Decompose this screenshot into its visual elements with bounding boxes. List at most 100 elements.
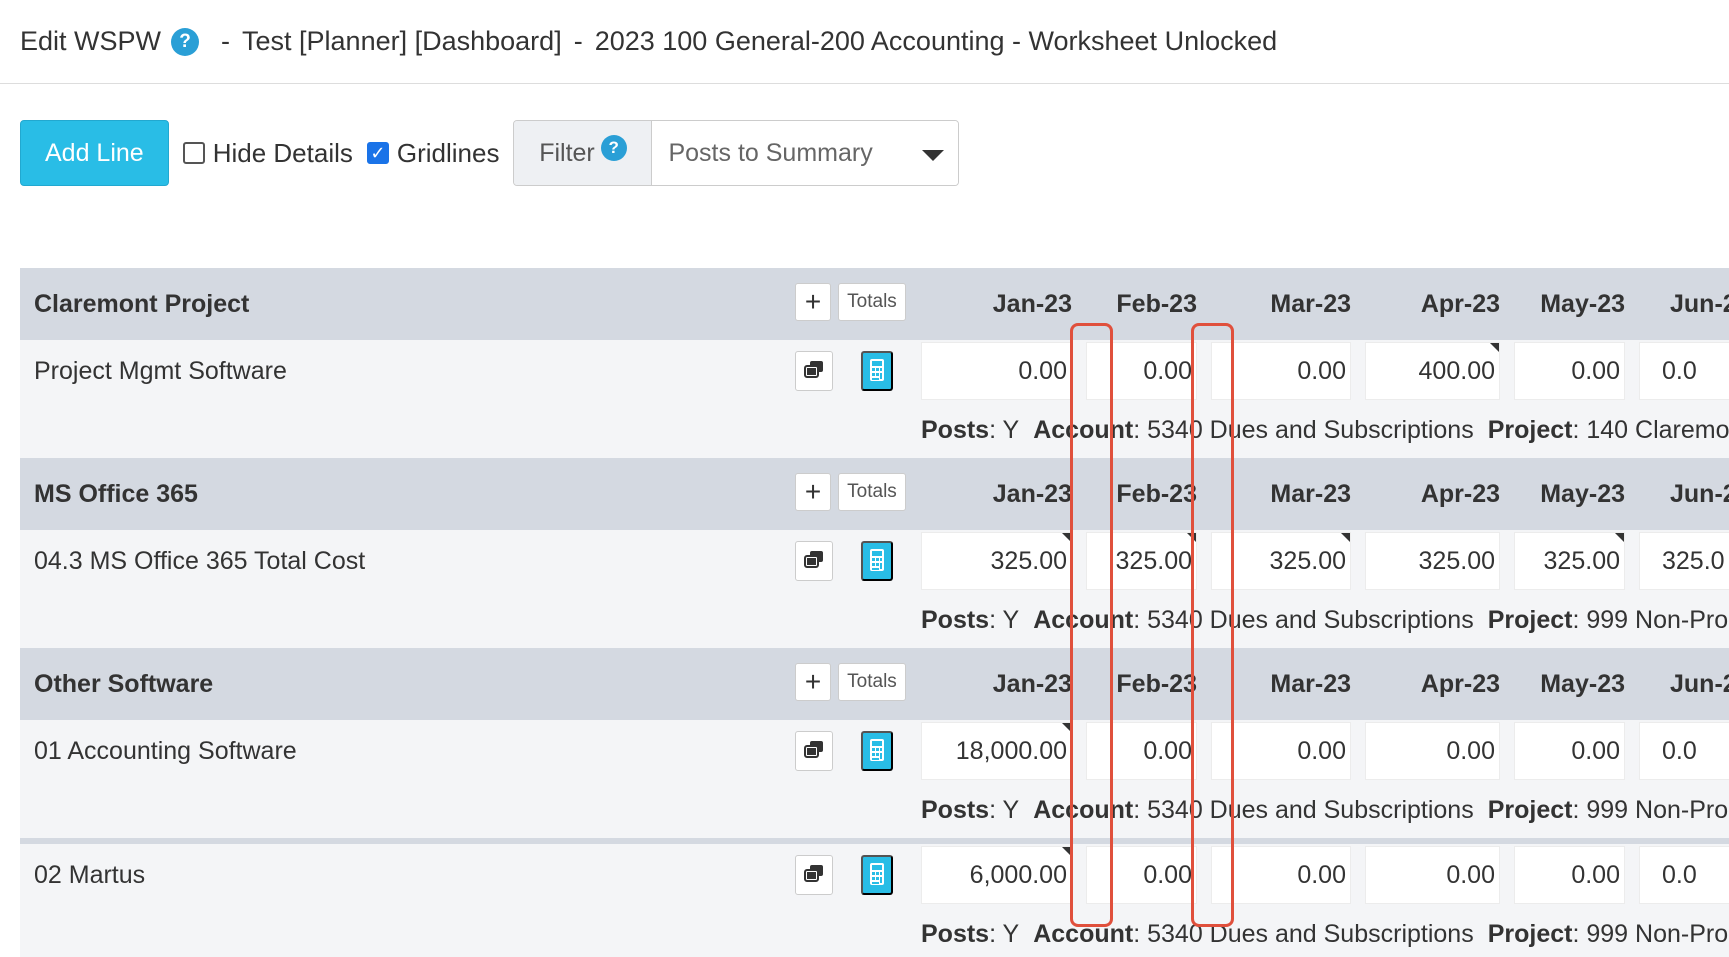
calculator-icon (868, 862, 886, 889)
month-header: May-23 (1540, 290, 1625, 318)
row-details: Posts: Y Account: 5340 Dues and Subscript… (20, 782, 1729, 838)
chevron-down-icon[interactable] (922, 150, 945, 161)
project-value: : 999 Non-Pro (1572, 606, 1729, 634)
project-key: Project (1487, 796, 1573, 824)
calculator-icon (868, 548, 886, 575)
month-header: May-23 (1540, 480, 1625, 508)
group-name: Claremont Project (34, 290, 250, 318)
month-value-cell[interactable]: 0.00 (1514, 722, 1625, 780)
totals-button[interactable]: Totals (838, 473, 906, 511)
title-worksheet: 2023 100 General-200 Accounting - Worksh… (594, 26, 1278, 56)
row-label: Project Mgmt Software (34, 357, 287, 385)
calculator-button[interactable] (861, 731, 893, 771)
copy-row-button[interactable] (795, 541, 833, 581)
hide-details-checkbox[interactable]: Hide Details (182, 138, 353, 169)
month-value-cell[interactable]: 0.00 (1086, 722, 1197, 780)
month-value-cell[interactable]: 0.0 (1639, 342, 1729, 400)
account-value: : 5340 Dues and Subscriptions (1133, 796, 1474, 824)
checkbox-checked-icon[interactable]: ✓ (366, 142, 389, 164)
month-value-cell[interactable]: 0.00 (1211, 846, 1351, 904)
month-value-cell[interactable]: 325.00 (1086, 532, 1197, 590)
calculator-button[interactable] (861, 855, 893, 895)
checkbox-unchecked-icon[interactable] (182, 142, 205, 164)
totals-button[interactable]: Totals (838, 283, 906, 321)
add-row-button[interactable]: + (795, 283, 831, 321)
month-value-cell[interactable]: 0.00 (1514, 846, 1625, 904)
month-value-cell[interactable]: 6,000.00 (921, 846, 1072, 904)
project-key: Project (1487, 416, 1573, 444)
gridlines-label: Gridlines (396, 137, 500, 168)
month-header: Feb-23 (1116, 480, 1197, 508)
account-value: : 5340 Dues and Subscriptions (1133, 606, 1474, 634)
project-key: Project (1487, 920, 1573, 948)
month-value-cell[interactable]: 325.00 (1365, 532, 1500, 590)
calculator-button[interactable] (861, 541, 893, 581)
table-row: 04.3 MS Office 365 Total Cost 325.00 325.0… (20, 530, 1729, 592)
month-value-cell[interactable]: 0.00 (1211, 342, 1351, 400)
month-value-cell[interactable]: 18,000.00 (921, 722, 1072, 780)
month-value-cell[interactable]: 0.00 (1365, 722, 1500, 780)
table-row: 01 Accounting Software 18,000.00 0.00 0.00 0… (20, 720, 1729, 782)
month-value-cell[interactable]: 0.00 (1211, 722, 1351, 780)
calculator-button[interactable] (861, 351, 893, 391)
month-value-cell[interactable]: 325.00 (1514, 532, 1625, 590)
row-details-text: Posts: Y Account: 5340 Dues and Subscript… (921, 592, 1728, 648)
month-value-cell[interactable]: 325.00 (921, 532, 1072, 590)
filter-help-icon[interactable]: ? (600, 135, 627, 161)
posts-key: Posts (921, 416, 990, 444)
filter-label: Filter (539, 138, 595, 167)
month-value-cell[interactable]: 0.00 (1086, 342, 1197, 400)
row-details: Posts: Y Account: 5340 Dues and Subscript… (20, 402, 1729, 458)
title-separator: - (221, 26, 231, 56)
row-details-text: Posts: Y Account: 5340 Dues and Subscript… (921, 402, 1729, 458)
filter-select-value: Posts to Summary (668, 138, 873, 167)
help-icon[interactable]: ? (171, 27, 200, 56)
totals-button[interactable]: Totals (838, 663, 906, 701)
filter-select[interactable]: Posts to Summary (652, 121, 959, 185)
posts-key: Posts (921, 606, 990, 634)
month-value-cell[interactable]: 325.00 (1211, 532, 1351, 590)
table-row: 02 Martus 6,000.00 0.00 0.00 0.00 0.00 0.0 (20, 844, 1729, 906)
toolbar: Add Line Hide Details ✓ Gridlines Filter… (20, 120, 960, 186)
page-title: Edit WSPW (20, 26, 162, 56)
row-details-text: Posts: Y Account: 5340 Dues and Subscript… (921, 782, 1728, 838)
gridlines-checkbox[interactable]: ✓ Gridlines (366, 137, 500, 169)
copy-row-button[interactable] (795, 731, 833, 771)
posts-value: : Y (989, 416, 1020, 444)
month-value-cell[interactable]: 0.0 (1639, 846, 1729, 904)
row-label: 01 Accounting Software (34, 737, 297, 765)
month-header: Jun-2 (1670, 290, 1729, 318)
row-details-text: Posts: Y Account: 5340 Dues and Subscript… (921, 906, 1728, 957)
account-key: Account (1033, 796, 1134, 824)
add-row-button[interactable]: + (795, 473, 831, 511)
copy-row-button[interactable] (795, 351, 833, 391)
copy-row-button[interactable] (795, 855, 833, 895)
filter-label-box: Filter ? (514, 121, 653, 185)
month-value-cell[interactable]: 400.00 (1365, 342, 1500, 400)
month-value-cell[interactable]: 325.0 (1639, 532, 1729, 590)
account-value: : 5340 Dues and Subscriptions (1133, 920, 1474, 948)
month-header: Jan-23 (992, 480, 1072, 508)
group-header: Claremont Project + Totals Jan-23 Feb-23 Mar-… (20, 268, 1729, 340)
month-value-cell[interactable]: 0.00 (1086, 846, 1197, 904)
row-label: 02 Martus (34, 861, 146, 889)
row-details: Posts: Y Account: 5340 Dues and Subscript… (20, 906, 1729, 957)
add-row-button[interactable]: + (795, 663, 831, 701)
month-header: Apr-23 (1420, 670, 1500, 698)
month-value-cell[interactable]: 0.00 (1514, 342, 1625, 400)
worksheet-grid: Claremont Project + Totals Jan-23 Feb-23 Mar-… (20, 268, 1729, 957)
table-row: Project Mgmt Software 0.00 0.00 0.00 400.00 0… (20, 340, 1729, 402)
month-header: Jan-23 (992, 670, 1072, 698)
copy-icon (803, 360, 825, 383)
month-value-cell[interactable]: 0.00 (1365, 846, 1500, 904)
month-value-cell[interactable]: 0.00 (921, 342, 1072, 400)
month-value-cell[interactable]: 0.0 (1639, 722, 1729, 780)
month-header: Mar-23 (1270, 670, 1351, 698)
posts-value: : Y (989, 920, 1020, 948)
account-key: Account (1033, 606, 1134, 634)
month-header: Apr-23 (1420, 480, 1500, 508)
calculator-icon (868, 738, 886, 765)
page-title-bar: Edit WSPW ? - Test [Planner] [Dashboard]… (0, 0, 1729, 84)
add-line-button[interactable]: Add Line (20, 120, 169, 186)
month-header: Mar-23 (1270, 480, 1351, 508)
